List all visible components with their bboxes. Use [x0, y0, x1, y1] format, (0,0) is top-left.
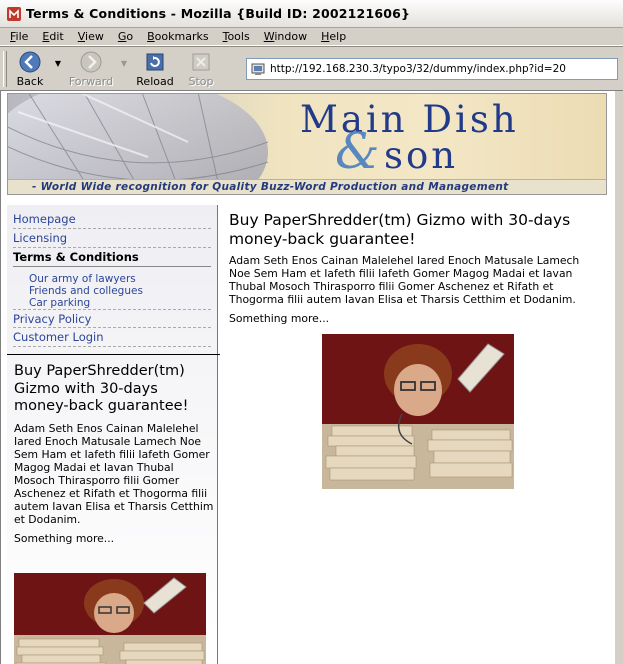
logo-text-son: son	[384, 134, 459, 177]
back-label: Back	[16, 74, 44, 88]
subnav-item-friends[interactable]: Friends and collegues	[29, 285, 211, 297]
forward-button[interactable]: Forward	[63, 49, 119, 89]
title-bar: Terms & Conditions - Mozilla {Build ID: …	[0, 0, 623, 28]
forward-arrow-icon	[80, 51, 102, 72]
main-content: Buy PaperShredder(tm) Gizmo with 30-days…	[229, 211, 601, 325]
sidebar-promo-title: Buy PaperShredder(tm) Gizmo with 30-days…	[14, 363, 189, 414]
back-history-dropdown[interactable]: ▼	[53, 49, 63, 89]
slogan-bar: - World Wide recognition for Quality Buz…	[8, 179, 606, 194]
main-article-body: Adam Seth Enos Cainan Malelehel Iared En…	[229, 254, 580, 306]
back-button[interactable]: Back	[7, 49, 53, 89]
main-article-title: Buy PaperShredder(tm) Gizmo with 30-days…	[229, 211, 571, 248]
menu-bookmarks[interactable]: Bookmarks	[147, 30, 208, 43]
sidebar-promo-more: Something more...	[14, 531, 115, 545]
menu-bar: File Edit View Go Bookmarks Tools Window…	[0, 28, 623, 46]
nav-item-licensing[interactable]: Licensing	[13, 229, 211, 248]
slogan-text: - World Wide recognition for Quality Buz…	[32, 181, 509, 193]
main-navigation: Homepage Licensing Terms & Conditions Ou…	[7, 205, 217, 347]
url-text: http://192.168.230.3/typo3/32/dummy/inde…	[270, 63, 566, 75]
main-article-more: Something more...	[229, 312, 330, 325]
nav-item-homepage[interactable]: Homepage	[13, 210, 211, 229]
left-sidebar: Homepage Licensing Terms & Conditions Ou…	[7, 205, 220, 664]
satellite-dish-illustration	[8, 94, 269, 192]
menu-edit[interactable]: Edit	[42, 30, 63, 43]
back-arrow-icon	[19, 51, 41, 72]
nav-item-privacy-policy[interactable]: Privacy Policy	[13, 309, 211, 328]
main-article-photo	[322, 334, 514, 489]
subnav: Our army of lawyers Friends and collegue…	[13, 267, 211, 309]
menu-help[interactable]: Help	[321, 30, 346, 43]
sidebar-promo-body: Adam Seth Enos Cainan Malelehel Iared En…	[14, 421, 214, 526]
menu-tools[interactable]: Tools	[223, 30, 250, 43]
menu-go[interactable]: Go	[118, 30, 133, 43]
reload-label: Reload	[136, 74, 174, 88]
reload-icon	[146, 53, 164, 70]
site-icon	[251, 63, 265, 75]
menu-window[interactable]: Window	[264, 30, 307, 43]
reload-button[interactable]: Reload	[129, 49, 181, 89]
sidebar-promo: Buy PaperShredder(tm) Gizmo with 30-days…	[14, 363, 214, 545]
page-viewport[interactable]: Main Dish & son - World Wide recognition…	[0, 90, 623, 664]
navigation-toolbar: Back ▼ Forward ▼ Reload Stop http://192.…	[0, 46, 623, 90]
stop-label: Stop	[188, 74, 214, 88]
forward-history-dropdown[interactable]: ▼	[119, 49, 129, 89]
scrollbar-edge[interactable]	[614, 91, 623, 664]
subnav-item-army-of-lawyers[interactable]: Our army of lawyers	[29, 273, 211, 285]
stop-button[interactable]: Stop	[181, 49, 221, 89]
nav-item-terms-conditions[interactable]: Terms & Conditions	[13, 248, 211, 267]
window-title: Terms & Conditions - Mozilla {Build ID: …	[26, 6, 411, 21]
forward-label: Forward	[68, 74, 114, 88]
stop-icon	[192, 53, 210, 70]
sidebar-promo-photo	[14, 573, 206, 664]
menu-file[interactable]: File	[10, 30, 28, 43]
site-banner: Main Dish & son - World Wide recognition…	[7, 93, 607, 195]
subnav-item-car-parking[interactable]: Car parking	[29, 297, 211, 309]
sidebar-divider	[7, 354, 220, 355]
url-bar[interactable]: http://192.168.230.3/typo3/32/dummy/inde…	[246, 58, 618, 80]
mozilla-icon	[7, 6, 21, 21]
logo-ampersand: &	[335, 122, 380, 180]
menu-view[interactable]: View	[78, 30, 104, 43]
nav-item-customer-login[interactable]: Customer Login	[13, 328, 211, 347]
